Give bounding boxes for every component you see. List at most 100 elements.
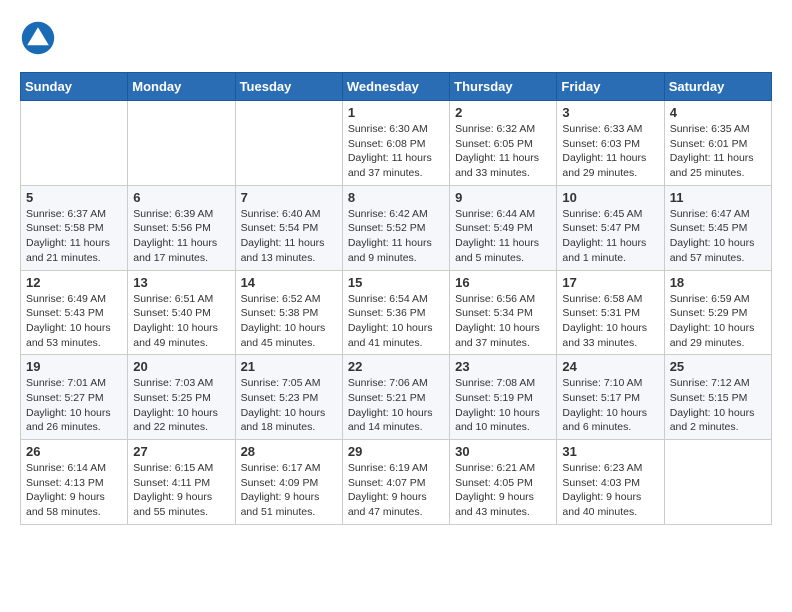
- calendar-cell: 7Sunrise: 6:40 AM Sunset: 5:54 PM Daylig…: [235, 185, 342, 270]
- calendar-cell: 10 Sunrise: 6:45 AM Sunset: 5:47 PM Dayli…: [557, 185, 664, 270]
- day-number: 19: [26, 359, 122, 374]
- calendar-cell: 20 Sunrise: 7:03 AM Sunset: 5:25 PM Dayli…: [128, 355, 235, 440]
- day-of-week-header: Saturday: [664, 73, 771, 101]
- day-info: Sunrise: 6:58 AM Sunset: 5:31 PM Dayligh…: [562, 292, 658, 351]
- day-info: Sunrise: 6:59 AM Sunset: 5:29 PM Dayligh…: [670, 292, 766, 351]
- calendar-week-row: 1 Sunrise: 6:30 AM Sunset: 6:08 PM Daylig…: [21, 101, 772, 186]
- day-number: 28: [241, 444, 337, 459]
- calendar-cell: 28Sunrise: 6:17 AM Sunset: 4:09 PM Dayli…: [235, 440, 342, 525]
- day-of-week-header: Friday: [557, 73, 664, 101]
- day-number: 10: [562, 190, 658, 205]
- calendar-cell: 12 Sunrise: 6:49 AM Sunset: 5:43 PM Dayli…: [21, 270, 128, 355]
- calendar-week-row: 5Sunrise: 6:37 AM Sunset: 5:58 PM Daylig…: [21, 185, 772, 270]
- calendar-cell: 17 Sunrise: 6:58 AM Sunset: 5:31 PM Dayli…: [557, 270, 664, 355]
- calendar-cell: 4Sunrise: 6:35 AM Sunset: 6:01 PM Daylig…: [664, 101, 771, 186]
- day-number: 13: [133, 275, 229, 290]
- calendar-cell: 24 Sunrise: 7:10 AM Sunset: 5:17 PM Dayli…: [557, 355, 664, 440]
- calendar-cell: [235, 101, 342, 186]
- day-number: 20: [133, 359, 229, 374]
- calendar-cell: 2Sunrise: 6:32 AM Sunset: 6:05 PM Daylig…: [450, 101, 557, 186]
- calendar-cell: 25 Sunrise: 7:12 AM Sunset: 5:15 PM Dayli…: [664, 355, 771, 440]
- calendar-cell: [128, 101, 235, 186]
- day-number: 11: [670, 190, 766, 205]
- calendar-cell: 3 Sunrise: 6:33 AM Sunset: 6:03 PM Daylig…: [557, 101, 664, 186]
- day-number: 12: [26, 275, 122, 290]
- day-info: Sunrise: 6:49 AM Sunset: 5:43 PM Dayligh…: [26, 292, 122, 351]
- calendar-cell: 19 Sunrise: 7:01 AM Sunset: 5:27 PM Dayli…: [21, 355, 128, 440]
- calendar-cell: 6Sunrise: 6:39 AM Sunset: 5:56 PM Daylig…: [128, 185, 235, 270]
- day-info: Sunrise: 6:19 AM Sunset: 4:07 PM Dayligh…: [348, 461, 444, 520]
- day-number: 9: [455, 190, 551, 205]
- calendar-cell: 9 Sunrise: 6:44 AM Sunset: 5:49 PM Daylig…: [450, 185, 557, 270]
- day-info: Sunrise: 6:56 AM Sunset: 5:34 PM Dayligh…: [455, 292, 551, 351]
- day-info: Sunrise: 6:23 AM Sunset: 4:03 PM Dayligh…: [562, 461, 658, 520]
- day-info: Sunrise: 6:52 AM Sunset: 5:38 PM Dayligh…: [241, 292, 337, 351]
- day-of-week-header: Tuesday: [235, 73, 342, 101]
- day-info: Sunrise: 7:05 AM Sunset: 5:23 PM Dayligh…: [241, 376, 337, 435]
- day-number: 8: [348, 190, 444, 205]
- calendar-cell: 16 Sunrise: 6:56 AM Sunset: 5:34 PM Dayli…: [450, 270, 557, 355]
- day-number: 27: [133, 444, 229, 459]
- day-number: 1: [348, 105, 444, 120]
- day-info: Sunrise: 6:21 AM Sunset: 4:05 PM Dayligh…: [455, 461, 551, 520]
- page-header: [20, 20, 772, 56]
- calendar-cell: 8 Sunrise: 6:42 AM Sunset: 5:52 PM Daylig…: [342, 185, 449, 270]
- calendar-cell: 11 Sunrise: 6:47 AM Sunset: 5:45 PM Dayli…: [664, 185, 771, 270]
- day-info: Sunrise: 7:03 AM Sunset: 5:25 PM Dayligh…: [133, 376, 229, 435]
- day-info: Sunrise: 6:42 AM Sunset: 5:52 PM Dayligh…: [348, 207, 444, 266]
- day-info: Sunrise: 7:10 AM Sunset: 5:17 PM Dayligh…: [562, 376, 658, 435]
- calendar-cell: [664, 440, 771, 525]
- calendar-week-row: 12 Sunrise: 6:49 AM Sunset: 5:43 PM Dayli…: [21, 270, 772, 355]
- day-info: Sunrise: 6:45 AM Sunset: 5:47 PM Dayligh…: [562, 207, 658, 266]
- calendar-cell: 27 Sunrise: 6:15 AM Sunset: 4:11 PM Dayli…: [128, 440, 235, 525]
- calendar-header-row: SundayMondayTuesdayWednesdayThursdayFrid…: [21, 73, 772, 101]
- calendar-cell: 5Sunrise: 6:37 AM Sunset: 5:58 PM Daylig…: [21, 185, 128, 270]
- calendar-cell: 21 Sunrise: 7:05 AM Sunset: 5:23 PM Dayli…: [235, 355, 342, 440]
- day-number: 24: [562, 359, 658, 374]
- calendar-cell: 23 Sunrise: 7:08 AM Sunset: 5:19 PM Dayli…: [450, 355, 557, 440]
- day-info: Sunrise: 6:44 AM Sunset: 5:49 PM Dayligh…: [455, 207, 551, 266]
- calendar-cell: [21, 101, 128, 186]
- day-info: Sunrise: 6:14 AM Sunset: 4:13 PM Dayligh…: [26, 461, 122, 520]
- day-info: Sunrise: 6:15 AM Sunset: 4:11 PM Dayligh…: [133, 461, 229, 520]
- day-number: 3: [562, 105, 658, 120]
- day-info: Sunrise: 7:08 AM Sunset: 5:19 PM Dayligh…: [455, 376, 551, 435]
- day-number: 4: [670, 105, 766, 120]
- calendar-cell: 22 Sunrise: 7:06 AM Sunset: 5:21 PM Dayli…: [342, 355, 449, 440]
- logo: [20, 20, 62, 56]
- day-info: Sunrise: 6:33 AM Sunset: 6:03 PM Dayligh…: [562, 122, 658, 181]
- calendar-week-row: 26Sunrise: 6:14 AM Sunset: 4:13 PM Dayli…: [21, 440, 772, 525]
- logo-icon: [20, 20, 56, 56]
- day-info: Sunrise: 6:51 AM Sunset: 5:40 PM Dayligh…: [133, 292, 229, 351]
- day-info: Sunrise: 6:54 AM Sunset: 5:36 PM Dayligh…: [348, 292, 444, 351]
- day-number: 5: [26, 190, 122, 205]
- day-number: 16: [455, 275, 551, 290]
- day-info: Sunrise: 7:01 AM Sunset: 5:27 PM Dayligh…: [26, 376, 122, 435]
- day-of-week-header: Wednesday: [342, 73, 449, 101]
- day-of-week-header: Sunday: [21, 73, 128, 101]
- day-info: Sunrise: 7:06 AM Sunset: 5:21 PM Dayligh…: [348, 376, 444, 435]
- day-number: 18: [670, 275, 766, 290]
- calendar-cell: 29 Sunrise: 6:19 AM Sunset: 4:07 PM Dayli…: [342, 440, 449, 525]
- day-of-week-header: Monday: [128, 73, 235, 101]
- day-info: Sunrise: 6:39 AM Sunset: 5:56 PM Dayligh…: [133, 207, 229, 266]
- calendar-cell: 1 Sunrise: 6:30 AM Sunset: 6:08 PM Daylig…: [342, 101, 449, 186]
- day-number: 17: [562, 275, 658, 290]
- day-number: 25: [670, 359, 766, 374]
- calendar-cell: 13 Sunrise: 6:51 AM Sunset: 5:40 PM Dayli…: [128, 270, 235, 355]
- day-number: 29: [348, 444, 444, 459]
- day-number: 21: [241, 359, 337, 374]
- day-info: Sunrise: 6:47 AM Sunset: 5:45 PM Dayligh…: [670, 207, 766, 266]
- day-info: Sunrise: 7:12 AM Sunset: 5:15 PM Dayligh…: [670, 376, 766, 435]
- day-number: 7: [241, 190, 337, 205]
- day-number: 15: [348, 275, 444, 290]
- day-number: 31: [562, 444, 658, 459]
- day-info: Sunrise: 6:32 AM Sunset: 6:05 PM Dayligh…: [455, 122, 551, 181]
- day-number: 22: [348, 359, 444, 374]
- day-number: 14: [241, 275, 337, 290]
- day-info: Sunrise: 6:30 AM Sunset: 6:08 PM Dayligh…: [348, 122, 444, 181]
- calendar-cell: 31 Sunrise: 6:23 AM Sunset: 4:03 PM Dayli…: [557, 440, 664, 525]
- calendar-week-row: 19 Sunrise: 7:01 AM Sunset: 5:27 PM Dayli…: [21, 355, 772, 440]
- calendar-cell: 14 Sunrise: 6:52 AM Sunset: 5:38 PM Dayli…: [235, 270, 342, 355]
- day-number: 23: [455, 359, 551, 374]
